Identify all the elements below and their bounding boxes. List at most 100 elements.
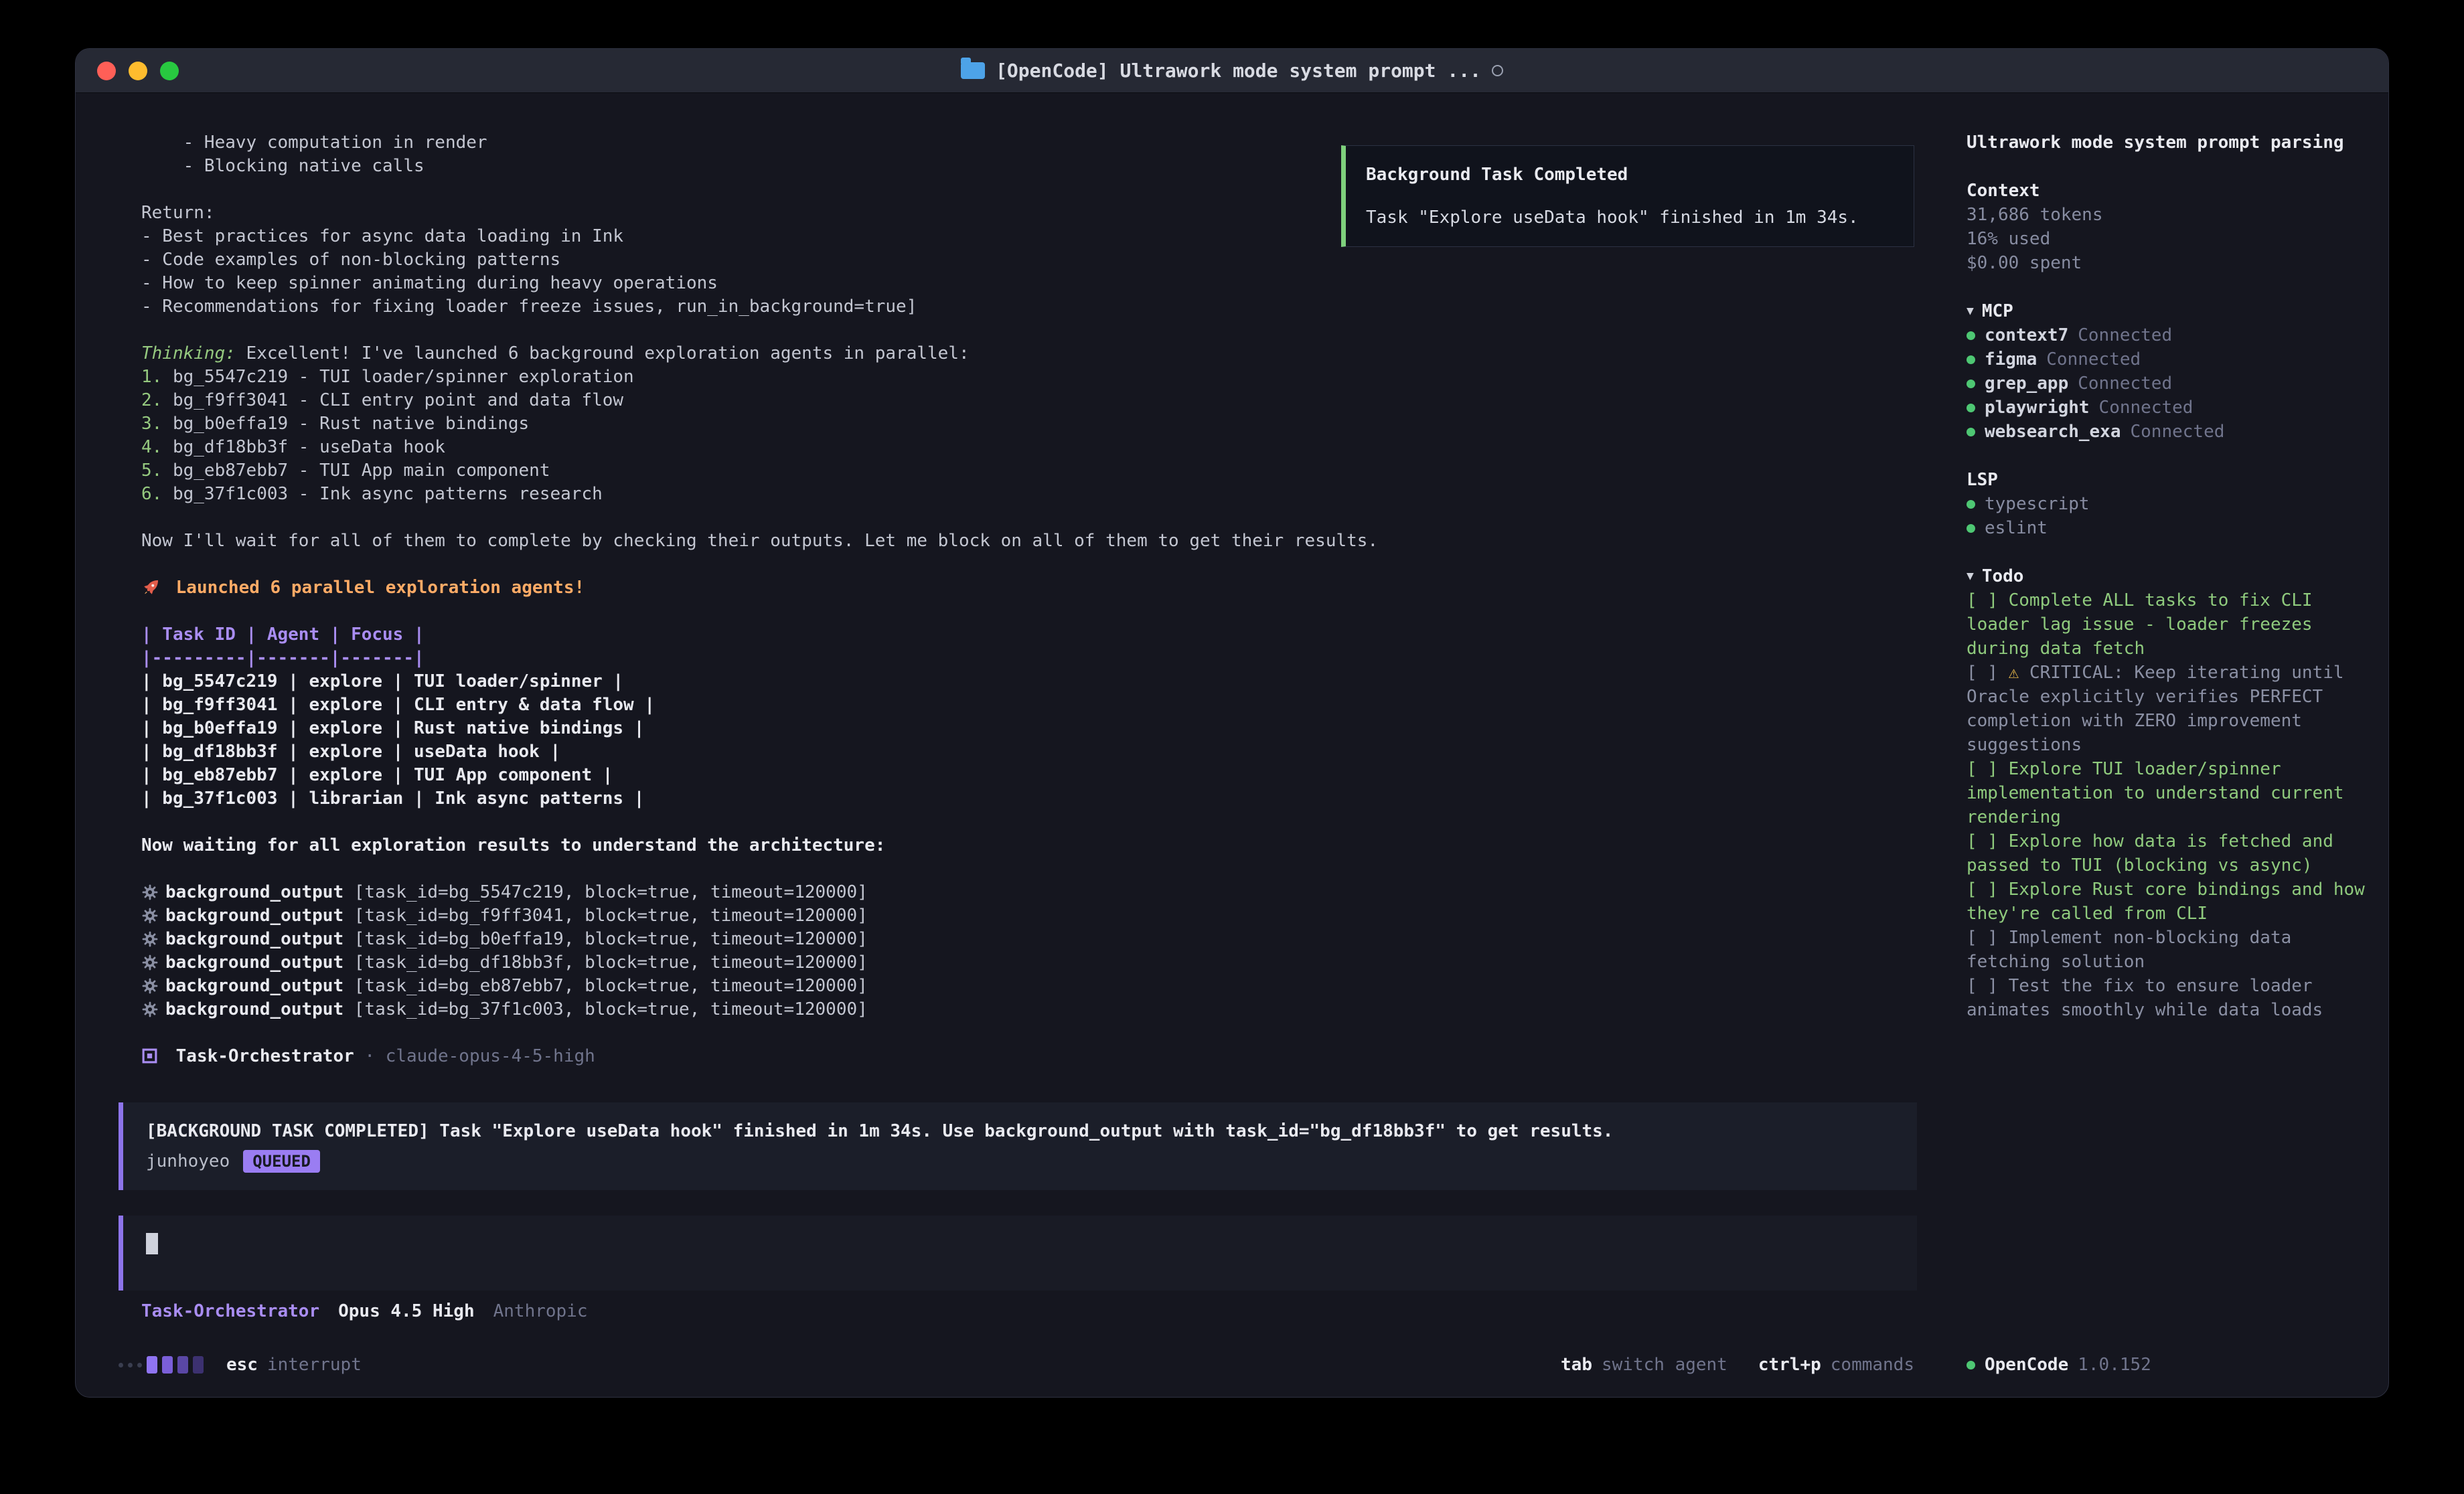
gear-icon [141, 954, 165, 971]
connected-dot-icon [1967, 428, 1975, 436]
terminal-line [76, 857, 1944, 880]
terminal-text: | bg_5547c219 | explore | TUI loader/spi… [141, 671, 623, 691]
mcp-server-name: websearch_exa [1985, 420, 2121, 444]
terminal-text: | bg_b0effa19 | explore | Rust native bi… [141, 718, 644, 738]
terminal-text: bg_eb87ebb7 - TUI App main component [173, 461, 550, 481]
circle-indicator-icon [1492, 65, 1503, 76]
gear-icon [141, 930, 165, 948]
terminal-line [76, 318, 1944, 341]
terminal-line: background_output [task_id=bg_37f1c003, … [76, 997, 1944, 1021]
todo-list: [ ] Complete ALL tasks to fix CLI loader… [1967, 588, 2366, 1022]
terminal-text: Now waiting for all exploration results … [141, 835, 885, 855]
chevron-down-icon: ▼ [1967, 299, 1974, 323]
terminal-text: 4. [141, 437, 173, 457]
terminal-line [76, 1021, 1944, 1044]
terminal-line [76, 810, 1944, 833]
terminal-text: |---------|-------|-------| [141, 648, 425, 668]
todo-text: Explore Rust core bindings and how they'… [1967, 880, 2376, 924]
terminal-text: 1. [141, 367, 173, 387]
terminal-line: 3. bg_b0effa19 - Rust native bindings [76, 412, 1944, 435]
mcp-server-name: playwright [1985, 396, 2090, 420]
background-task-message-panel: [BACKGROUND TASK COMPLETED] Task "Explor… [119, 1102, 1917, 1190]
spinner-block-icon [147, 1356, 157, 1374]
agent-icon [141, 1048, 165, 1064]
terminal-text: | bg_37f1c003 | librarian | Ink async pa… [141, 788, 644, 809]
todo-text: Explore TUI loader/spinner implementatio… [1967, 759, 2354, 827]
todo-item: [ ] Explore how data is fetched and pass… [1967, 829, 2366, 878]
key-name: ctrl+p [1758, 1355, 1821, 1375]
terminal-text: | bg_eb87ebb7 | explore | TUI App compon… [141, 765, 613, 785]
todo-item: [ ] Complete ALL tasks to fix CLI loader… [1967, 588, 2366, 661]
minimize-button[interactable] [129, 62, 147, 80]
terminal-text: Return: [141, 203, 215, 223]
terminal-text: Task-Orchestrator [165, 1046, 354, 1066]
author-name: junhoyeo [146, 1151, 230, 1171]
zoom-button[interactable] [160, 62, 179, 80]
todo-text: Test the fix to ensure loader animates s… [1967, 976, 2323, 1020]
terminal-line: Thinking: Excellent! I've launched 6 bac… [76, 341, 1944, 365]
todo-checkbox: [ ] [1967, 759, 2009, 779]
terminal-text: background_output [165, 906, 354, 926]
terminal-line [76, 599, 1944, 622]
key-label: switch agent [1602, 1355, 1727, 1375]
app-name: OpenCode [1985, 1353, 2068, 1377]
model-name: Opus 4.5 High [338, 1301, 475, 1321]
traffic-lights [76, 62, 179, 80]
key-label: interrupt [267, 1355, 362, 1375]
statusbar-left-hints: escinterrupt [226, 1355, 362, 1375]
mcp-server-item: grep_appConnected [1967, 371, 2366, 396]
terminal-line: Task-Orchestrator · claude-opus-4-5-high [76, 1044, 1944, 1068]
close-button[interactable] [97, 62, 116, 80]
status-dot-icon [1967, 1361, 1975, 1370]
connected-dot-icon [1967, 500, 1975, 509]
context-spent: $0.00 spent [1967, 251, 2366, 275]
terminal-text: - How to keep spinner animating during h… [141, 273, 718, 293]
terminal-text: 6. [141, 484, 173, 504]
prompt-input[interactable] [119, 1216, 1917, 1291]
sidebar-footer: OpenCode 1.0.152 [1944, 1341, 2388, 1397]
terminal-line: 6. bg_37f1c003 - Ink async patterns rese… [76, 482, 1944, 505]
terminal-text: [task_id=bg_f9ff3041, block=true, timeou… [354, 906, 868, 926]
terminal-text: [task_id=bg_37f1c003, block=true, timeou… [354, 999, 868, 1019]
terminal-line: | bg_5547c219 | explore | TUI loader/spi… [76, 669, 1944, 693]
terminal-line: - Recommendations for fixing loader free… [76, 295, 1944, 318]
gear-icon [141, 977, 165, 995]
terminal-line: background_output [task_id=bg_eb87ebb7, … [76, 974, 1944, 997]
connected-dot-icon [1967, 380, 1975, 388]
connected-dot-icon [1967, 355, 1975, 364]
todo-checkbox: [ ] [1967, 590, 2009, 610]
terminal-line: Now I'll wait for all of them to complet… [76, 529, 1944, 552]
gear-icon [141, 884, 165, 901]
terminal-text: [task_id=bg_5547c219, block=true, timeou… [354, 882, 868, 902]
mcp-section-header[interactable]: ▼ MCP [1967, 299, 2366, 323]
chevron-down-icon: ▼ [1967, 564, 1974, 588]
terminal-lines: - Heavy computation in render - Blocking… [76, 131, 1944, 1068]
mcp-server-item: figmaConnected [1967, 347, 2366, 371]
terminal-text: · claude-opus-4-5-high [354, 1046, 595, 1066]
spinner-dot-icon [128, 1363, 133, 1367]
key-hint: ctrl+pcommands [1758, 1355, 1914, 1375]
context-heading: Context [1967, 179, 2366, 203]
mcp-server-status: Connected [2078, 323, 2172, 347]
context-tokens: 31,686 tokens [1967, 203, 2366, 227]
terminal-line: | bg_b0effa19 | explore | Rust native bi… [76, 716, 1944, 740]
agent-name: Task-Orchestrator [141, 1301, 319, 1321]
terminal-line: | Task ID | Agent | Focus | [76, 622, 1944, 646]
terminal-text: 3. [141, 414, 173, 434]
mcp-server-status: Connected [2078, 371, 2172, 396]
queued-badge: QUEUED [243, 1150, 320, 1173]
terminal-text: [task_id=bg_df18bb3f, block=true, timeou… [354, 952, 868, 973]
terminal-line: background_output [task_id=bg_b0effa19, … [76, 927, 1944, 950]
terminal-line: | bg_37f1c003 | librarian | Ink async pa… [76, 786, 1944, 810]
notification-title: Background Task Completed [1366, 165, 1894, 185]
terminal-text: | bg_df18bb3f | explore | useData hook | [141, 742, 560, 762]
terminal-line: 5. bg_eb87ebb7 - TUI App main component [76, 459, 1944, 482]
terminal-text: background_output [165, 999, 354, 1019]
gear-icon [141, 907, 165, 924]
lsp-server-name: eslint [1985, 516, 2048, 540]
mcp-list: context7ConnectedfigmaConnectedgrep_appC… [1967, 323, 2366, 444]
sidebar-content: Ultrawork mode system prompt parsing Con… [1944, 131, 2388, 1341]
spinner-block-icon [193, 1356, 204, 1374]
notification-message: Task "Explore useData hook" finished in … [1366, 208, 1894, 228]
todo-section-header[interactable]: ▼ Todo [1967, 564, 2366, 588]
